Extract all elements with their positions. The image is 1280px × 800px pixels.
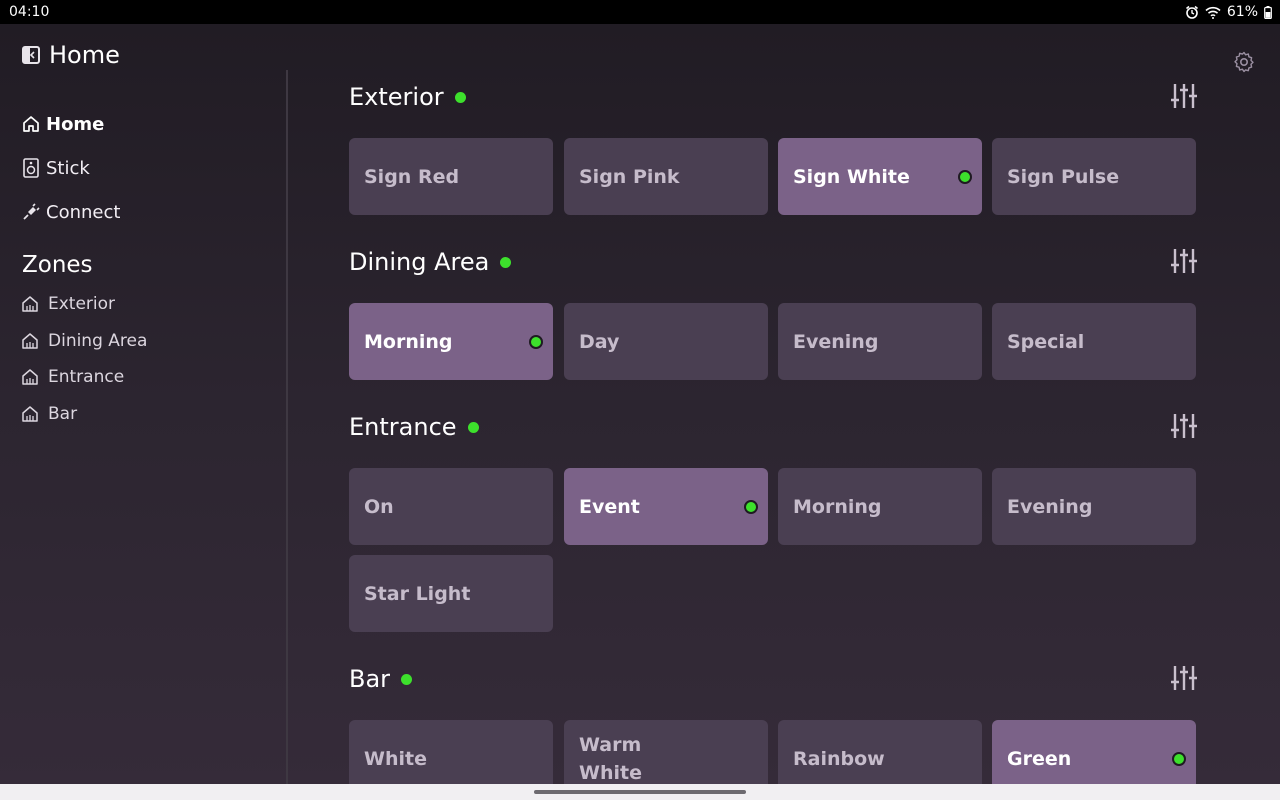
scene-button[interactable]: Star Light [349,555,553,632]
sliders-icon [1171,666,1197,690]
plug-icon [22,203,40,221]
sidebar-divider [286,70,288,784]
system-nav-bar [0,784,1280,800]
scene-button[interactable]: On [349,468,553,545]
sidebar-item-home[interactable]: Home [22,111,104,137]
scene-label: Morning [364,330,453,353]
scene-button[interactable]: Day [564,303,768,380]
scene-label: Green [1007,747,1072,770]
battery-percent: 61% [1226,4,1258,20]
battery-icon [1264,5,1272,19]
zone-header-entrance: Entrance [349,410,1197,444]
scene-label: Sign White [793,165,910,188]
scene-button[interactable]: Morning [778,468,982,545]
scene-label: Sign Pink [579,165,680,188]
scene-button[interactable]: Sign Red [349,138,553,215]
sidebar-zone-bar[interactable]: Bar [21,402,77,426]
scene-button[interactable]: Sign Pink [564,138,768,215]
main-content: Exterior Sign Red Sign Pink Sign White S… [349,24,1199,797]
zone-header-bar: Bar [349,662,1197,696]
zone-home-icon [21,295,39,313]
sidebar-zone-label: Dining Area [48,331,148,351]
sliders-icon [1171,249,1197,273]
scene-button[interactable]: Special [992,303,1196,380]
scene-label: White [364,747,427,770]
scene-label: Warm White [579,733,642,784]
sliders-icon [1171,84,1197,108]
zone-home-icon [21,368,39,386]
zone-settings-button[interactable] [1171,82,1197,110]
status-icons: 61% [1185,4,1272,20]
scene-button-active[interactable]: Morning [349,303,553,380]
sidebar-zone-label: Bar [48,404,78,424]
zone-title: Bar [349,665,391,693]
alarm-icon [1185,5,1199,19]
zones-heading: Zones [22,252,93,278]
sidebar-item-label: Home [46,113,105,135]
zone-home-icon [21,332,39,350]
settings-button[interactable] [1232,50,1256,74]
scene-label: Rainbow [793,747,885,770]
scene-label: On [364,495,394,518]
scene-active-dot [744,500,758,514]
zone-status-dot [500,256,512,268]
home-icon [22,115,40,133]
sidebar-toggle-icon[interactable] [22,46,40,64]
sidebar-zone-entrance[interactable]: Entrance [21,365,124,389]
zone-settings-button[interactable] [1171,412,1197,440]
zone-status-dot [401,673,413,685]
wifi-icon [1205,6,1221,19]
zone-header-dining-area: Dining Area [349,245,1197,279]
gear-icon [1232,50,1256,74]
scene-label: Evening [1007,495,1093,518]
zone-settings-button[interactable] [1171,247,1197,275]
scene-label: Event [579,495,640,518]
sidebar-item-label: Connect [46,201,121,223]
zone-title: Exterior [349,83,444,111]
sidebar-zone-exterior[interactable]: Exterior [21,292,115,316]
app-title: Home [22,40,120,70]
speaker-icon [22,158,40,178]
scene-button[interactable]: Sign Pulse [992,138,1196,215]
scene-button-active[interactable]: Event [564,468,768,545]
sidebar-zone-label: Entrance [48,367,125,387]
app-title-text: Home [49,41,120,69]
sidebar-item-stick[interactable]: Stick [22,155,90,181]
zone-header-exterior: Exterior [349,80,1197,114]
sidebar: Home Home Stick Connect Zones Exterior D… [0,24,287,784]
scene-active-dot [529,335,543,349]
zone-home-icon [21,405,39,423]
scene-label: Special [1007,330,1085,353]
scene-label: Day [579,330,620,353]
scene-button-active[interactable]: Sign White [778,138,982,215]
sidebar-item-connect[interactable]: Connect [22,199,120,225]
app-window: Home Home Stick Connect Zones Exterior D… [0,24,1280,797]
sidebar-item-label: Stick [46,157,90,179]
scene-label: Star Light [364,582,471,605]
sliders-icon [1171,414,1197,438]
zone-settings-button[interactable] [1171,664,1197,692]
scene-label: Morning [793,495,882,518]
status-bar: 04:10 61% [0,0,1280,24]
zone-title: Entrance [349,413,457,441]
scene-button[interactable]: Evening [992,468,1196,545]
home-gesture-handle[interactable] [534,790,746,794]
scene-button[interactable]: Evening [778,303,982,380]
scene-label: Evening [793,330,879,353]
zone-status-dot [454,91,466,103]
scene-label: Sign Red [364,165,460,188]
zone-status-dot [467,421,479,433]
status-time: 04:10 [9,4,50,20]
zone-title: Dining Area [349,248,490,276]
sidebar-zone-dining-area[interactable]: Dining Area [21,329,147,353]
sidebar-zone-label: Exterior [48,294,116,314]
scene-label: Sign Pulse [1007,165,1120,188]
scene-active-dot [958,170,972,184]
scene-active-dot [1172,752,1186,766]
